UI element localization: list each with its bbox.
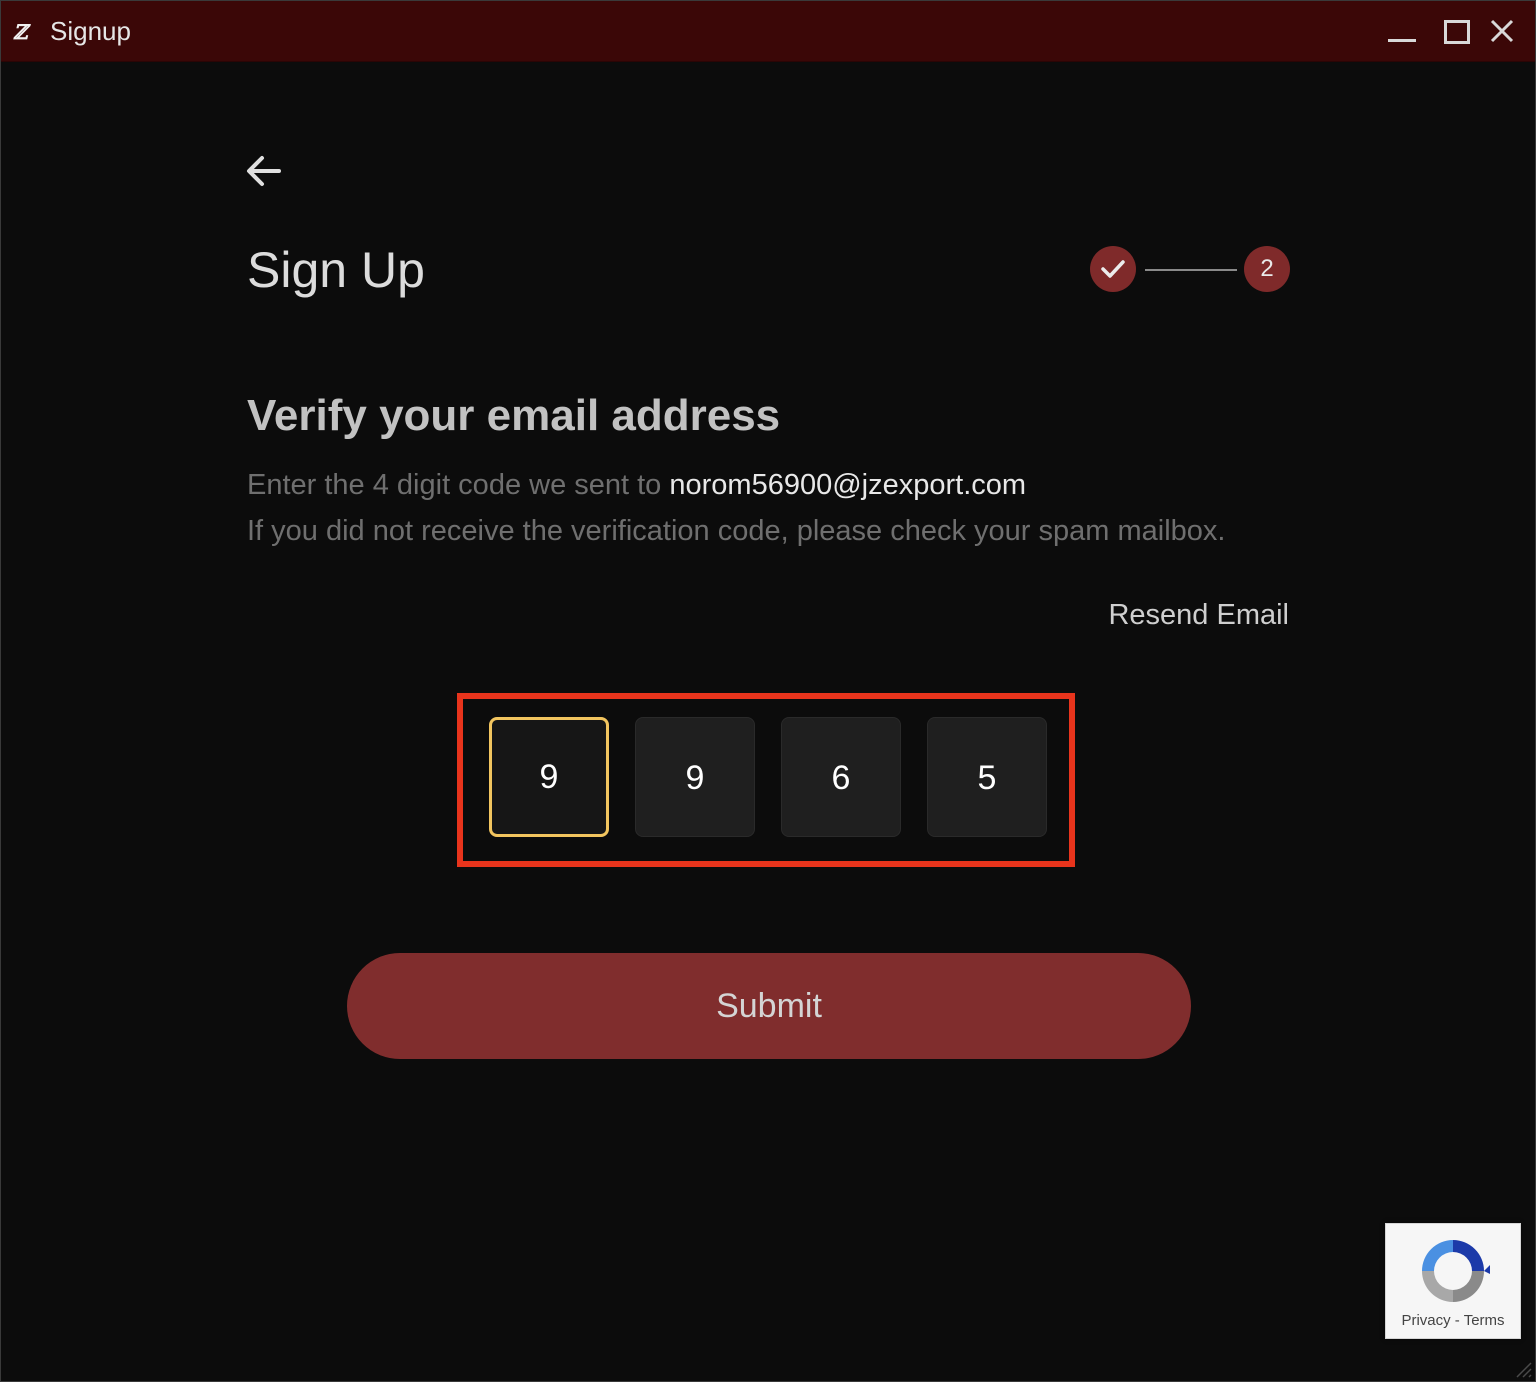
window-title: Signup — [50, 16, 131, 46]
instruction-prefix: Enter the 4 digit code we sent to — [247, 469, 670, 501]
checkmark-icon — [1101, 260, 1125, 278]
page-title: Sign Up — [247, 242, 425, 298]
recaptcha-logo-icon — [1422, 1240, 1490, 1302]
signup-window: ℤ Signup Sign Up 2 Verify your email add… — [0, 0, 1536, 1382]
code-digit-3[interactable]: 6 — [781, 717, 901, 837]
maximize-icon[interactable] — [1441, 16, 1471, 46]
verify-heading: Verify your email address — [247, 391, 781, 440]
spam-note: If you did not receive the verification … — [247, 515, 1226, 547]
code-digit-4[interactable]: 5 — [927, 717, 1047, 837]
submit-button[interactable]: Submit — [347, 953, 1191, 1059]
resend-email-link[interactable]: Resend Email — [1108, 597, 1289, 633]
privacy-link[interactable]: Privacy — [1401, 1312, 1450, 1329]
minimize-icon[interactable] — [1386, 16, 1416, 46]
step-1-completed — [1090, 246, 1136, 292]
resize-grip-icon[interactable] — [1511, 1357, 1533, 1379]
signup-stepper: 2 — [1090, 246, 1292, 294]
step-2-current: 2 — [1244, 246, 1290, 292]
app-logo-icon: ℤ — [13, 20, 28, 44]
link-separator: - — [1450, 1312, 1464, 1329]
arrow-left-icon[interactable] — [243, 153, 283, 189]
terms-link[interactable]: Terms — [1464, 1312, 1505, 1329]
recaptcha-links: Privacy - Terms — [1386, 1312, 1520, 1329]
title-bar[interactable]: ℤ Signup — [1, 1, 1535, 62]
instruction-text: Enter the 4 digit code we sent to norom5… — [247, 467, 1026, 503]
recaptcha-badge[interactable]: Privacy - Terms — [1385, 1223, 1521, 1339]
close-icon[interactable] — [1487, 16, 1517, 46]
step-connector — [1145, 269, 1237, 271]
email-address: norom56900@jzexport.com — [669, 469, 1027, 501]
code-digit-1[interactable]: 9 — [489, 717, 609, 837]
code-digit-2[interactable]: 9 — [635, 717, 755, 837]
